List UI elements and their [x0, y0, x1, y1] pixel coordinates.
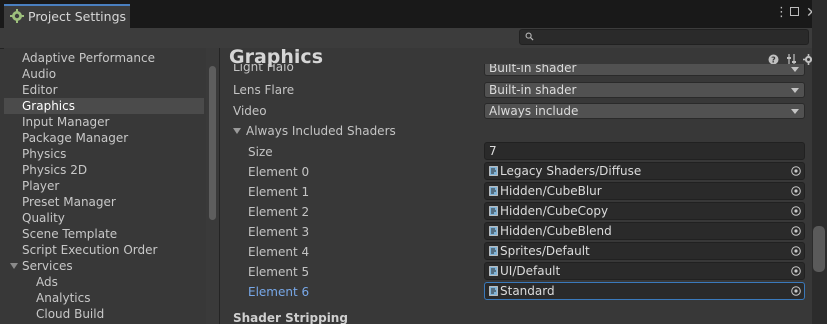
element-0-label: Element 0	[248, 165, 310, 179]
element-2-label: Element 2	[248, 205, 310, 219]
project-settings-window: Project Settings ⋮ ✕ Adaptive Performanc…	[0, 0, 818, 324]
dropdown-arrow-icon	[791, 67, 799, 72]
sidebar-item-ads[interactable]: Ads	[4, 274, 204, 290]
lens-flare-label: Lens Flare	[233, 83, 295, 97]
sidebar-item-preset-manager[interactable]: Preset Manager	[4, 194, 204, 210]
sidebar-item-graphics[interactable]: Graphics	[4, 98, 204, 114]
toolbar	[0, 28, 812, 49]
element-3-field[interactable]: Hidden/CubeBlend	[484, 222, 805, 240]
maximize-icon[interactable]	[790, 7, 799, 16]
right-edge-panel	[812, 0, 827, 324]
object-picker-icon[interactable]	[791, 166, 801, 176]
outer-scrollbar-thumb[interactable]	[813, 226, 825, 272]
element-4-label: Element 4	[248, 245, 310, 259]
sidebar-item-player[interactable]: Player	[4, 178, 204, 194]
object-picker-icon[interactable]	[791, 286, 801, 296]
foldout-arrow-icon	[233, 128, 241, 134]
video-label: Video	[233, 104, 267, 118]
light-halo-label: Light Halo	[233, 64, 294, 74]
dropdown-arrow-icon	[791, 88, 799, 93]
size-label: Size	[248, 145, 273, 159]
element-6-field[interactable]: Standard	[484, 282, 805, 300]
sidebar-item-script-execution-order[interactable]: Script Execution Order	[4, 242, 204, 258]
search-icon	[525, 32, 534, 41]
shader-icon	[489, 286, 498, 296]
shader-icon	[489, 186, 498, 196]
element-4-field[interactable]: Sprites/Default	[484, 242, 805, 260]
expand-arrow-icon[interactable]	[10, 263, 18, 269]
project-settings-tab[interactable]: Project Settings	[4, 4, 130, 28]
title-bar: Project Settings ⋮ ✕	[0, 0, 818, 28]
sidebar-item-services[interactable]: Services	[4, 258, 204, 274]
sidebar-item-adaptive-performance[interactable]: Adaptive Performance	[4, 50, 204, 66]
object-picker-icon[interactable]	[791, 226, 801, 236]
element-6-label: Element 6	[248, 285, 310, 299]
sidebar-item-scene-template[interactable]: Scene Template	[4, 226, 204, 242]
window-title: Project Settings	[28, 9, 127, 24]
element-1-label: Element 1	[248, 185, 310, 199]
kebab-menu-icon[interactable]: ⋮	[775, 6, 788, 20]
object-picker-icon[interactable]	[791, 206, 801, 216]
element-2-field[interactable]: Hidden/CubeCopy	[484, 202, 805, 220]
sidebar-item-editor[interactable]: Editor	[4, 82, 204, 98]
object-picker-icon[interactable]	[791, 186, 801, 196]
settings-sidebar: Adaptive Performance Audio Editor Graphi…	[4, 48, 220, 324]
shader-icon	[489, 206, 498, 216]
sidebar-item-physics-2d[interactable]: Physics 2D	[4, 162, 204, 178]
sidebar-item-package-manager[interactable]: Package Manager	[4, 130, 204, 146]
video-dropdown[interactable]: Always include	[484, 103, 805, 119]
object-picker-icon[interactable]	[791, 246, 801, 256]
element-3-label: Element 3	[248, 225, 310, 239]
search-input[interactable]	[519, 29, 809, 45]
graphics-settings-panel: Graphics ? Light Halo Built-in shader Le…	[220, 48, 812, 324]
element-5-field[interactable]: UI/Default	[484, 262, 805, 280]
settings-gear-icon	[10, 9, 24, 23]
light-halo-dropdown[interactable]: Built-in shader	[484, 64, 805, 76]
shader-icon	[489, 246, 498, 256]
object-picker-icon[interactable]	[791, 266, 801, 276]
shader-icon	[489, 266, 498, 276]
size-field[interactable]: 7	[484, 142, 805, 160]
always-included-shaders-foldout[interactable]: Always Included Shaders	[233, 124, 396, 138]
dropdown-arrow-icon	[791, 109, 799, 114]
element-5-label: Element 5	[248, 265, 310, 279]
sidebar-item-cloud-build[interactable]: Cloud Build	[4, 306, 204, 322]
shader-icon	[489, 226, 498, 236]
sidebar-item-input-manager[interactable]: Input Manager	[4, 114, 204, 130]
element-0-field[interactable]: Legacy Shaders/Diffuse	[484, 162, 805, 180]
sidebar-item-physics[interactable]: Physics	[4, 146, 204, 162]
shader-icon	[489, 166, 498, 176]
sidebar-item-analytics[interactable]: Analytics	[4, 290, 204, 306]
sidebar-scrollbar[interactable]	[206, 48, 219, 324]
element-1-field[interactable]: Hidden/CubeBlur	[484, 182, 805, 200]
sidebar-item-quality[interactable]: Quality	[4, 210, 204, 226]
sidebar-item-audio[interactable]: Audio	[4, 66, 204, 82]
sidebar-scrollbar-thumb[interactable]	[209, 66, 216, 220]
lens-flare-dropdown[interactable]: Built-in shader	[484, 82, 805, 98]
shader-stripping-header[interactable]: Shader Stripping	[233, 311, 348, 324]
